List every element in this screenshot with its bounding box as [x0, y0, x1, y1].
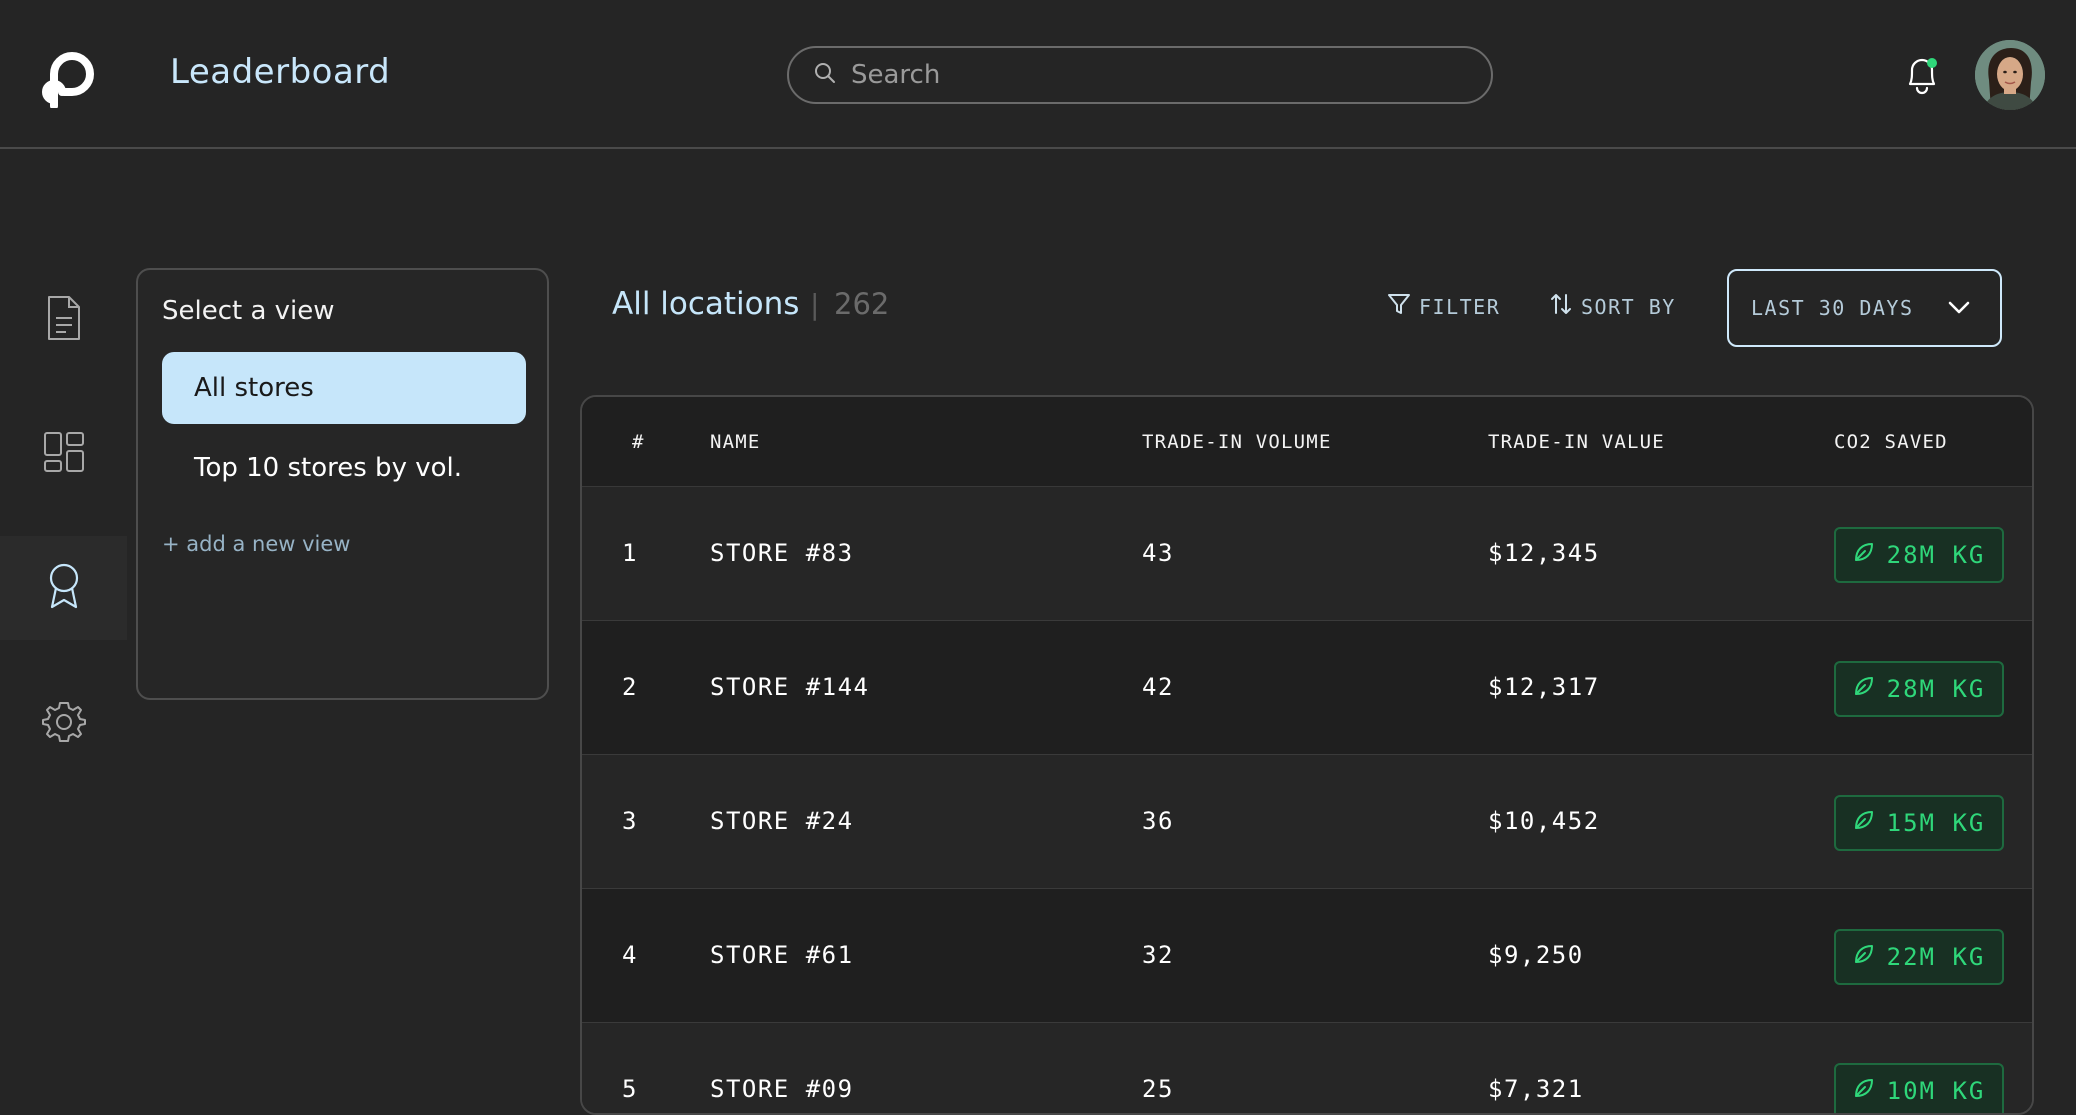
- table-row[interactable]: 2 STORE #144 42 $12,317 28M KG: [582, 621, 2032, 755]
- cell-value: $12,317: [1488, 673, 1600, 701]
- top-bar: Leaderboard: [0, 0, 2076, 149]
- leaf-icon: [1853, 943, 1887, 971]
- cell-value: $7,321: [1488, 1075, 1584, 1103]
- co2-badge: 28M KG: [1834, 661, 2004, 717]
- cell-value: $10,452: [1488, 807, 1600, 835]
- locations-title: All locations: [612, 286, 800, 322]
- chevron-down-icon: [1948, 296, 1970, 320]
- leaf-icon: [1853, 1077, 1887, 1105]
- table-row[interactable]: 4 STORE #61 32 $9,250 22M KG: [582, 889, 2032, 1023]
- avatar[interactable]: [1975, 40, 2045, 110]
- co2-badge: 22M KG: [1834, 929, 2004, 985]
- sort-by-label: SORT BY: [1581, 294, 1676, 319]
- gear-icon: [41, 700, 86, 748]
- search-input[interactable]: [851, 60, 1471, 90]
- table-row[interactable]: 5 STORE #09 25 $7,321 10M KG: [582, 1023, 2032, 1113]
- cell-name: STORE #83: [710, 539, 854, 567]
- sidebar-item-documents[interactable]: [0, 268, 127, 372]
- document-icon: [45, 295, 83, 345]
- co2-value: 10M KG: [1886, 1077, 1986, 1105]
- co2-badge: 10M KG: [1834, 1063, 2004, 1113]
- search-bar[interactable]: [787, 46, 1493, 104]
- cell-volume: 42: [1142, 673, 1174, 701]
- cell-value: $9,250: [1488, 941, 1584, 969]
- cell-rank: 1: [622, 539, 638, 567]
- table-row[interactable]: 3 STORE #24 36 $10,452 15M KG: [582, 755, 2032, 889]
- dashboard-icon: [43, 431, 85, 477]
- logo-icon[interactable]: [40, 42, 96, 110]
- filter-icon: [1387, 292, 1419, 321]
- cell-volume: 43: [1142, 539, 1174, 567]
- co2-badge: 15M KG: [1834, 795, 2004, 851]
- sidebar-item-settings[interactable]: [0, 672, 127, 776]
- cell-value: $12,345: [1488, 539, 1600, 567]
- filter-button[interactable]: FILTER: [1387, 292, 1500, 321]
- views-panel-title: Select a view: [162, 296, 335, 326]
- search-icon: [813, 61, 837, 89]
- cell-name: STORE #61: [710, 941, 854, 969]
- column-header-name[interactable]: NAME: [710, 431, 761, 453]
- view-item-top-10-stores[interactable]: Top 10 stores by vol.: [162, 432, 526, 504]
- co2-value: 22M KG: [1886, 943, 1986, 971]
- view-item-all-stores[interactable]: All stores: [162, 352, 526, 424]
- sidebar-item-leaderboard[interactable]: [0, 536, 127, 640]
- cell-rank: 2: [622, 673, 638, 701]
- leaf-icon: [1853, 675, 1887, 703]
- table-row[interactable]: 1 STORE #83 43 $12,345 28M KG: [582, 487, 2032, 621]
- table-header: # NAME TRADE-IN VOLUME TRADE-IN VALUE CO…: [582, 397, 2032, 487]
- cell-volume: 36: [1142, 807, 1174, 835]
- notification-dot: [1927, 58, 1937, 68]
- locations-count: 262: [834, 287, 890, 321]
- sort-by-button[interactable]: SORT BY: [1549, 292, 1676, 321]
- column-header-co2[interactable]: CO2 SAVED: [1834, 431, 1948, 453]
- cell-rank: 5: [622, 1075, 638, 1103]
- date-range-value: LAST 30 DAYS: [1751, 296, 1914, 320]
- cell-name: STORE #24: [710, 807, 854, 835]
- cell-volume: 32: [1142, 941, 1174, 969]
- cell-rank: 4: [622, 941, 638, 969]
- cell-volume: 25: [1142, 1075, 1174, 1103]
- add-view-link[interactable]: + add a new view: [162, 532, 350, 556]
- leaderboard-table: # NAME TRADE-IN VOLUME TRADE-IN VALUE CO…: [580, 395, 2034, 1115]
- leaf-icon: [1853, 541, 1887, 569]
- column-header-value[interactable]: TRADE-IN VALUE: [1488, 431, 1665, 453]
- date-range-select[interactable]: LAST 30 DAYS: [1727, 269, 2002, 347]
- views-panel: Select a view All stores Top 10 stores b…: [136, 268, 549, 700]
- filter-label: FILTER: [1419, 294, 1501, 319]
- column-header-rank[interactable]: #: [632, 431, 645, 453]
- co2-value: 28M KG: [1886, 675, 1986, 703]
- column-header-volume[interactable]: TRADE-IN VOLUME: [1142, 431, 1332, 453]
- sidebar-item-dashboard[interactable]: [0, 402, 127, 506]
- notification-bell-icon[interactable]: [1902, 52, 1942, 96]
- sort-icon: [1549, 292, 1581, 321]
- cell-name: STORE #144: [710, 673, 870, 701]
- cell-name: STORE #09: [710, 1075, 854, 1103]
- leaf-icon: [1853, 809, 1887, 837]
- co2-badge: 28M KG: [1834, 527, 2004, 583]
- cell-rank: 3: [622, 807, 638, 835]
- locations-separator: |: [810, 288, 820, 321]
- co2-value: 28M KG: [1886, 541, 1986, 569]
- co2-value: 15M KG: [1886, 809, 1986, 837]
- award-icon: [47, 563, 81, 613]
- page-title: Leaderboard: [170, 52, 391, 92]
